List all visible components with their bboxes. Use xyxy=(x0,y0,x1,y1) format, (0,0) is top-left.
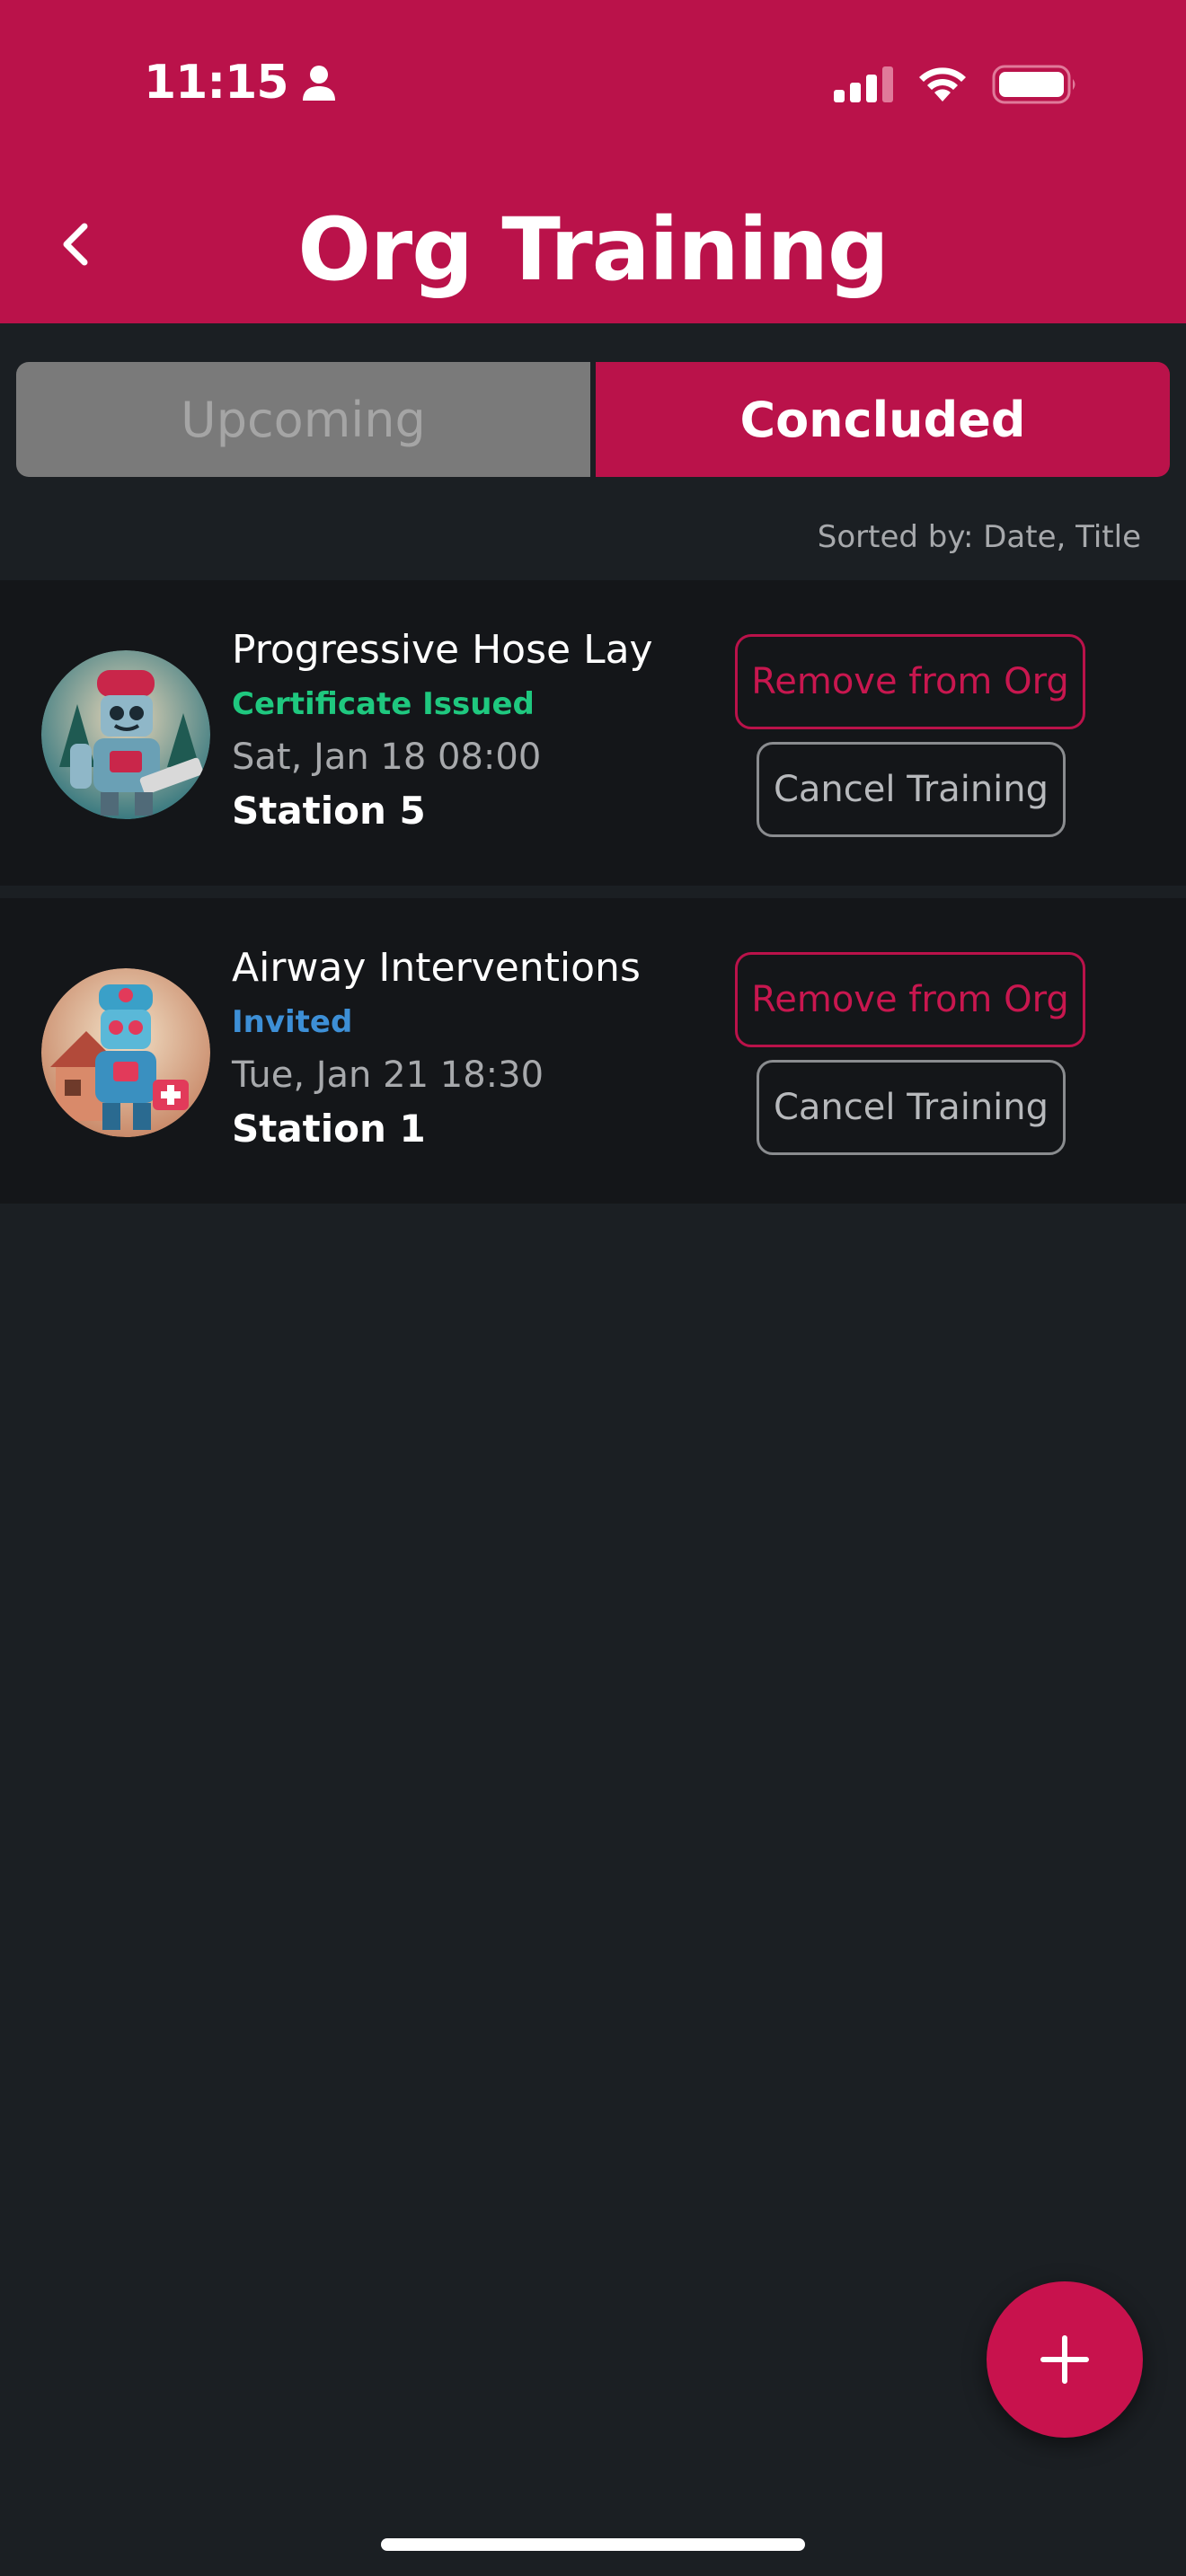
training-avatar xyxy=(41,968,210,1137)
sort-label: Sorted by: Date, Title xyxy=(817,519,1141,555)
home-indicator[interactable] xyxy=(381,2538,805,2551)
tab-concluded[interactable]: Concluded xyxy=(596,362,1170,477)
plus-icon xyxy=(1040,2335,1089,2384)
status-bar-time-group: 11:15 xyxy=(144,56,337,110)
remove-from-org-button[interactable]: Remove from Org xyxy=(735,634,1085,729)
tab-upcoming[interactable]: Upcoming xyxy=(16,362,590,477)
training-date: Sat, Jan 18 08:00 xyxy=(232,737,542,778)
wifi-icon xyxy=(919,67,966,101)
training-avatar xyxy=(41,650,210,819)
cellular-signal-icon xyxy=(834,66,893,102)
training-title: Progressive Hose Lay xyxy=(232,627,653,673)
add-training-button[interactable] xyxy=(987,2281,1143,2438)
remove-from-org-button[interactable]: Remove from Org xyxy=(735,952,1085,1047)
cancel-training-button[interactable]: Cancel Training xyxy=(757,1060,1066,1155)
training-date: Tue, Jan 21 18:30 xyxy=(232,1054,544,1096)
training-card[interactable]: Progressive Hose Lay Certificate Issued … xyxy=(0,580,1186,886)
robot-firefighter-avatar-icon xyxy=(41,650,210,819)
status-time: 11:15 xyxy=(144,56,289,110)
page-title: Org Training xyxy=(297,199,889,300)
battery-icon xyxy=(992,65,1075,104)
training-title: Airway Interventions xyxy=(232,945,641,991)
training-location: Station 5 xyxy=(232,789,426,833)
training-card[interactable]: Airway Interventions Invited Tue, Jan 21… xyxy=(0,898,1186,1204)
status-icons xyxy=(834,65,1078,104)
cancel-training-button[interactable]: Cancel Training xyxy=(757,742,1066,837)
robot-medic-avatar-icon xyxy=(41,968,210,1137)
screen: 11:15 Org Training Upcoming Concluded So… xyxy=(0,0,1186,2576)
training-status: Certificate Issued xyxy=(232,686,535,722)
training-location: Station 1 xyxy=(232,1107,426,1151)
person-icon xyxy=(302,66,335,101)
segmented-tabs: Upcoming Concluded xyxy=(16,362,1170,477)
training-status: Invited xyxy=(232,1004,353,1040)
app-header: 11:15 Org Training xyxy=(0,0,1186,323)
